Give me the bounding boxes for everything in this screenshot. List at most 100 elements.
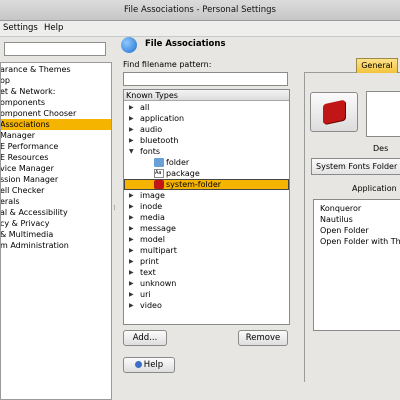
red-book-icon bbox=[323, 99, 345, 125]
type-child-row[interactable]: folder bbox=[124, 157, 289, 168]
help-icon bbox=[134, 361, 142, 368]
type-row[interactable]: ▶ image bbox=[124, 190, 289, 201]
collapsed-arrow-icon[interactable]: ▶ bbox=[129, 289, 134, 300]
sidebar-item[interactable]: erals bbox=[1, 196, 111, 207]
menu-settings[interactable]: Settings bbox=[3, 23, 38, 33]
type-label: fonts bbox=[140, 147, 161, 156]
type-row[interactable]: ▶ unknown bbox=[124, 278, 289, 289]
collapsed-arrow-icon[interactable]: ▶ bbox=[129, 234, 134, 245]
collapsed-arrow-icon[interactable]: ▶ bbox=[129, 223, 134, 234]
type-row[interactable]: ▶ message bbox=[124, 223, 289, 234]
type-row[interactable]: ▶ uri bbox=[124, 289, 289, 300]
description-field[interactable]: System Fonts Folder bbox=[311, 158, 400, 175]
sidebar-item[interactable]: omponents bbox=[0, 97, 111, 108]
sidebar-item[interactable]: Manager bbox=[1, 130, 111, 141]
type-label: inode bbox=[140, 202, 163, 211]
collapsed-arrow-icon[interactable]: ▶ bbox=[129, 267, 134, 278]
remove-button[interactable]: Remove bbox=[238, 330, 288, 346]
sidebar-item[interactable]: ell Checker bbox=[1, 185, 111, 196]
add-button[interactable]: Add... bbox=[123, 330, 167, 346]
description-label: Des bbox=[373, 144, 389, 153]
sidebar-item[interactable]: E Performance bbox=[0, 141, 111, 152]
expanded-arrow-icon[interactable]: ▼ bbox=[129, 146, 134, 157]
type-row[interactable]: ▶ media bbox=[124, 212, 289, 223]
sidebar-item-label: op bbox=[0, 76, 10, 85]
collapsed-arrow-icon[interactable]: ▶ bbox=[129, 190, 134, 201]
help-button[interactable]: Help bbox=[123, 357, 175, 373]
sidebar-item-label: Associations bbox=[0, 120, 50, 129]
window-title: File Associations - Personal Settings bbox=[124, 5, 276, 15]
application-item[interactable]: Open Folder bbox=[320, 226, 369, 235]
type-row[interactable]: ▶ audio bbox=[124, 124, 289, 135]
sidebar-item-label: al & Accessibility bbox=[0, 208, 68, 217]
application-item[interactable]: Konqueror bbox=[320, 204, 361, 213]
sidebar-item[interactable]: ssion Manager bbox=[0, 174, 111, 185]
type-row[interactable]: ▶ multipart bbox=[124, 245, 289, 256]
type-icon-button[interactable] bbox=[310, 92, 358, 132]
collapsed-arrow-icon[interactable]: ▶ bbox=[129, 278, 134, 289]
type-label: media bbox=[140, 213, 165, 222]
sidebar-item-label: ssion Manager bbox=[0, 175, 59, 184]
sidebar-item[interactable]: op bbox=[0, 75, 111, 86]
pattern-input[interactable] bbox=[123, 72, 288, 86]
sidebar-item[interactable]: & Multimedia bbox=[1, 229, 111, 240]
type-label: text bbox=[140, 268, 156, 277]
sidebar-item-label: E Resources bbox=[0, 153, 49, 162]
sidebar-item[interactable]: arance & Themes bbox=[0, 64, 111, 75]
sidebar-item[interactable]: al & Accessibility bbox=[0, 207, 111, 218]
application-item[interactable]: Nautilus bbox=[320, 215, 353, 224]
collapsed-arrow-icon[interactable]: ▶ bbox=[129, 212, 134, 223]
tab-general[interactable]: General bbox=[356, 58, 398, 73]
known-types-header[interactable]: Known Types bbox=[124, 90, 289, 101]
sidebar-search-input[interactable] bbox=[4, 42, 106, 56]
known-types-list[interactable]: Known Types ▶ all ▶ application ▶ audio ▶ bluet… bbox=[123, 89, 290, 325]
sidebar: arance & Themes op et & Network: omponents o… bbox=[0, 42, 112, 400]
type-row[interactable]: ▶ all bbox=[124, 102, 289, 113]
window-titlebar: File Associations - Personal Settings bbox=[0, 0, 400, 21]
type-label: uri bbox=[140, 290, 151, 299]
collapsed-arrow-icon[interactable]: ▶ bbox=[129, 124, 134, 135]
type-label: image bbox=[140, 191, 165, 200]
splitter-handle[interactable]: ⁞ bbox=[112, 204, 117, 212]
sidebar-item[interactable]: Associations bbox=[0, 119, 111, 130]
sidebar-item-label: omponents bbox=[0, 98, 46, 107]
type-label: application bbox=[140, 114, 185, 123]
sidebar-item[interactable]: et & Network: bbox=[1, 86, 111, 97]
sidebar-item[interactable]: E Resources bbox=[0, 152, 111, 163]
type-label: audio bbox=[140, 125, 163, 134]
type-row[interactable]: ▶ text bbox=[124, 267, 289, 278]
sidebar-item[interactable]: omponent Chooser bbox=[1, 108, 111, 119]
comment-field[interactable] bbox=[366, 91, 400, 137]
application-list[interactable]: Konqueror Nautilus Open Folder Open Folder … bbox=[313, 199, 400, 331]
sidebar-item[interactable]: cy & Privacy bbox=[0, 218, 111, 229]
menu-help[interactable]: Help bbox=[44, 23, 63, 33]
collapsed-arrow-icon[interactable]: ▶ bbox=[129, 300, 134, 311]
type-child-row[interactable]: Aa package bbox=[124, 168, 289, 179]
type-row[interactable]: ▶ inode bbox=[124, 201, 289, 212]
sidebar-item[interactable]: m Administration bbox=[0, 240, 111, 251]
type-row[interactable]: ▶ print bbox=[124, 256, 289, 267]
collapsed-arrow-icon[interactable]: ▶ bbox=[129, 113, 134, 124]
application-item[interactable]: Open Folder with Th bbox=[320, 237, 400, 246]
sidebar-item-label: arance & Themes bbox=[0, 65, 71, 74]
type-row[interactable]: ▶ model bbox=[124, 234, 289, 245]
type-row[interactable]: ▶ bluetooth bbox=[124, 135, 289, 146]
sidebar-item-label: E Performance bbox=[0, 142, 59, 151]
type-label: print bbox=[140, 257, 159, 266]
sidebar-item-label: m Administration bbox=[0, 241, 69, 250]
type-row[interactable]: ▶ application bbox=[124, 113, 289, 124]
sidebar-item[interactable]: vice Manager bbox=[1, 163, 111, 174]
menubar: Settings Help bbox=[0, 21, 400, 37]
type-row[interactable]: ▶ video bbox=[124, 300, 289, 311]
collapsed-arrow-icon[interactable]: ▶ bbox=[129, 245, 134, 256]
type-label: all bbox=[140, 103, 150, 112]
collapsed-arrow-icon[interactable]: ▶ bbox=[129, 201, 134, 212]
collapsed-arrow-icon[interactable]: ▶ bbox=[129, 256, 134, 267]
sidebar-item-label: cy & Privacy bbox=[0, 219, 50, 228]
type-child-row[interactable]: system-folder bbox=[124, 179, 289, 190]
red-book-icon bbox=[154, 180, 164, 189]
sidebar-tree[interactable]: arance & Themes op et & Network: omponents o… bbox=[0, 62, 112, 400]
collapsed-arrow-icon[interactable]: ▶ bbox=[129, 135, 134, 146]
collapsed-arrow-icon[interactable]: ▶ bbox=[129, 102, 134, 113]
type-row[interactable]: ▼ fonts bbox=[124, 146, 289, 157]
